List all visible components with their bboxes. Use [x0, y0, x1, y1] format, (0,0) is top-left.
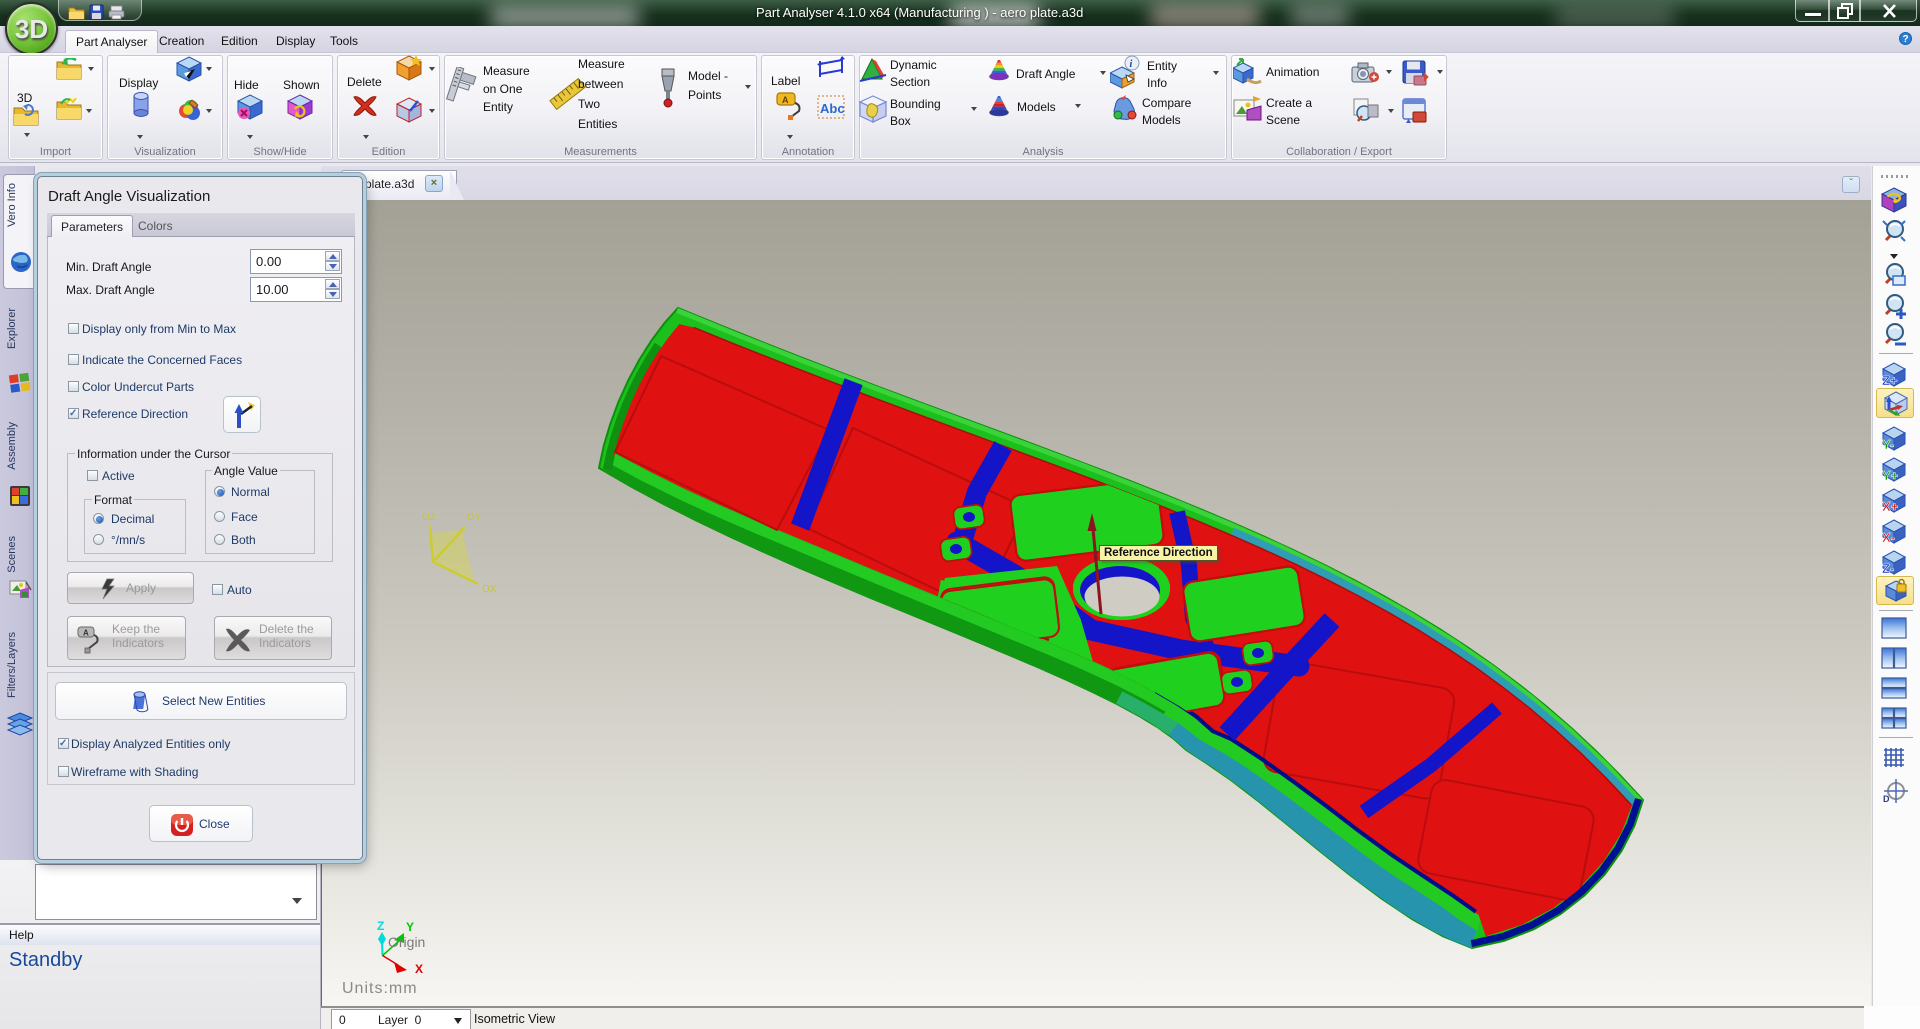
- svg-text:X-: X-: [1882, 530, 1895, 544]
- svg-text:Z-: Z-: [1882, 561, 1894, 575]
- svg-text:X+: X+: [1882, 499, 1899, 513]
- svg-text:Y+: Y+: [1882, 468, 1899, 482]
- svg-text:Abc: Abc: [820, 101, 845, 116]
- svg-text:A: A: [782, 95, 789, 105]
- svg-text:OZ: OZ: [422, 512, 436, 523]
- svg-text:A: A: [83, 629, 89, 638]
- svg-text:D: D: [1883, 794, 1890, 804]
- svg-text:Origin: Origin: [388, 934, 425, 950]
- svg-text:OY: OY: [467, 512, 482, 523]
- svg-text:Z+: Z+: [1882, 373, 1898, 387]
- svg-text:Y-: Y-: [1882, 437, 1894, 451]
- svg-text:X: X: [415, 962, 423, 976]
- svg-text:Z: Z: [377, 919, 384, 933]
- svg-text:OX: OX: [482, 584, 497, 595]
- svg-text:Y: Y: [406, 920, 414, 934]
- svg-text:i: i: [1130, 59, 1133, 70]
